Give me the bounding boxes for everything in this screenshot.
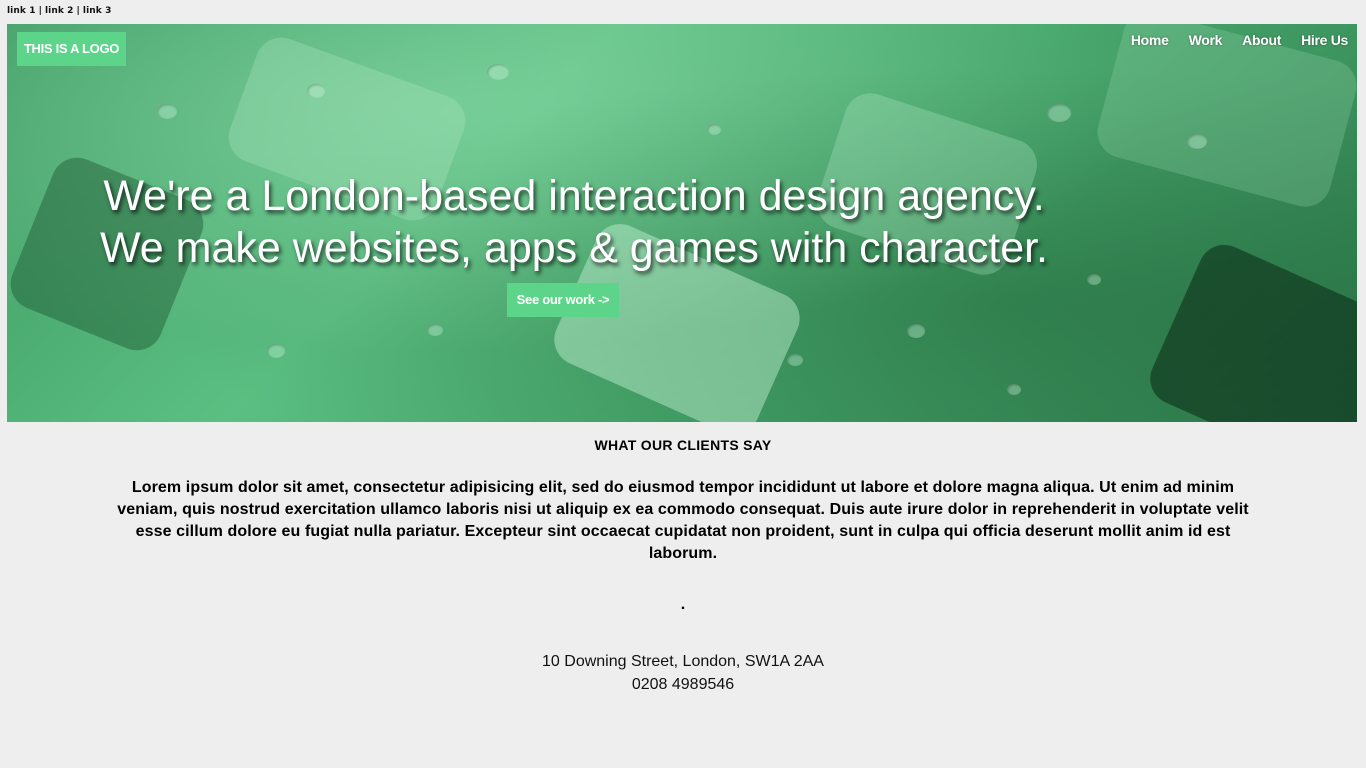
contact-phone: 0208 4989546 — [631, 676, 735, 693]
logo[interactable]: THIS IS A LOGO — [17, 32, 126, 66]
main-nav: Home Work About Hire Us — [1131, 32, 1348, 48]
water-drop — [707, 124, 721, 135]
testimonial-quote: Lorem ipsum dolor sit amet, consectetur … — [117, 479, 1249, 562]
water-drop — [1187, 134, 1207, 149]
top-link-3[interactable]: link 3 — [83, 6, 112, 16]
nav-home[interactable]: Home — [1131, 32, 1169, 48]
nav-hire-us[interactable]: Hire Us — [1301, 32, 1348, 48]
nav-work[interactable]: Work — [1189, 32, 1223, 48]
water-drop — [157, 104, 177, 119]
see-our-work-button[interactable]: See our work -> — [507, 283, 619, 317]
top-links: link 1 | link 2 | link 3 — [7, 6, 111, 16]
top-link-1[interactable]: link 1 — [7, 6, 36, 16]
water-drop — [1087, 274, 1101, 285]
water-drop — [907, 324, 925, 338]
water-drop — [1007, 384, 1021, 395]
water-drop — [487, 64, 509, 80]
hero-headline-line-2: We make websites, apps & games with char… — [99, 224, 1048, 272]
water-drop — [1047, 104, 1071, 122]
water-drop — [307, 84, 325, 98]
contact-address: 10 Downing Street, London, SW1A 2AA — [542, 653, 824, 670]
water-drop — [267, 344, 285, 358]
nav-about[interactable]: About — [1242, 32, 1281, 48]
testimonials-title: WHAT OUR CLIENTS SAY — [594, 437, 772, 453]
top-link-2[interactable]: link 2 — [45, 6, 74, 16]
water-drop — [427, 324, 443, 336]
top-link-separator: | — [38, 6, 42, 16]
top-link-separator: | — [76, 6, 80, 16]
section-divider: . — [680, 596, 686, 613]
hero-bg-shape — [1141, 236, 1357, 422]
hero-headline: We're a London-based interaction design … — [7, 170, 1141, 274]
hero-headline-line-1: We're a London-based interaction design … — [103, 172, 1045, 220]
water-drop — [787, 354, 803, 366]
contact-info: 10 Downing Street, London, SW1A 2AA 0208… — [0, 650, 1366, 696]
hero-banner: THIS IS A LOGO Home Work About Hire Us W… — [7, 24, 1357, 422]
